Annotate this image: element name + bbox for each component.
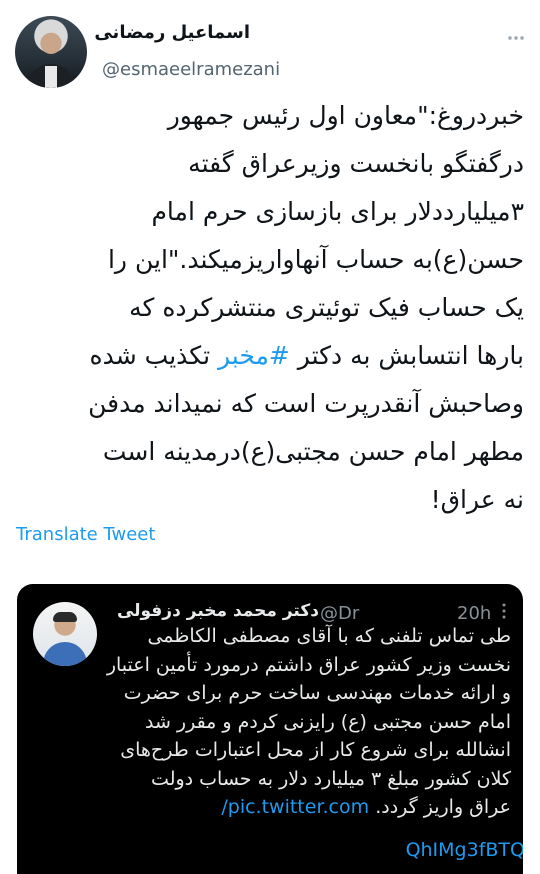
author-avatar[interactable] [15, 16, 87, 88]
quoted-line: نخست وزیر کشور عراق داشتم درمورد تأمین ا… [106, 653, 511, 676]
tweet-line-part: تکذیب شده [89, 341, 211, 370]
author-handle[interactable]: @esmaeelramezani [102, 59, 280, 80]
quoted-line: طی تماس تلفنی که با آقای مصطفی الکاظمی [147, 625, 511, 647]
quoted-tweet[interactable]: 20h @Dr دکتر محمد مخبر دزفولی طی تماس تل… [17, 584, 523, 874]
tweet-line: درگفتگو بانخست وزیرعراق گفته [188, 149, 524, 178]
tweet-text: خبردروغ:"معاون اول رئیس جمهور درگفتگو با… [12, 92, 524, 524]
quoted-handle[interactable]: @Dr [320, 603, 359, 624]
quoted-line-part: عراق واریز گردد. [375, 796, 511, 818]
author-name[interactable]: اسماعیل رمضانی [94, 22, 250, 43]
tweet-line: حسن(ع)به حساب آنهاواریزمیکند."این را [107, 245, 524, 274]
quoted-line: عراق واریز گردد. pic.twitter.com/ [17, 793, 511, 822]
avatar-hair [53, 612, 77, 622]
tweet-line: یک حساب فیک توئیتری منتشرکرده که [129, 293, 524, 322]
quoted-author-name[interactable]: دکتر محمد مخبر دزفولی [117, 601, 319, 621]
quoted-line: انشالله برای شروع کار از محل اعتبارات طر… [120, 739, 511, 761]
tweet-line: ۳میلیارددلار برای بازسازی حرم امام [151, 197, 524, 226]
hashtag-link[interactable]: #مخبر [218, 341, 290, 370]
tweet-line: وصاحبش آنقدرپرت است که نمیداند مدفن [88, 389, 524, 418]
tweet-line: مطهر امام حسن مجتبی(ع)درمدینه است [102, 437, 524, 466]
tweet-line: خبردروغ:"معاون اول رئیس جمهور [167, 101, 524, 130]
avatar-shirt [45, 66, 57, 88]
quoted-time[interactable]: 20h [457, 603, 491, 624]
quoted-text: طی تماس تلفنی که با آقای مصطفی الکاظمی ن… [17, 622, 511, 822]
tweet-line: بارها انتسابش به دکتر #مخبر تکذیب شده [12, 332, 524, 380]
translate-tweet-link[interactable]: Translate Tweet [16, 524, 155, 545]
quoted-media-link-cont[interactable]: QhIMg3fBTQ [406, 839, 523, 861]
tweet-line-part: بارها انتسابش به دکتر [289, 341, 524, 370]
quoted-line: امام حسن مجتبی (ع) رایزنی کردم و مقرر شد [144, 710, 511, 733]
quoted-media-link[interactable]: pic.twitter.com/ [221, 796, 369, 818]
quoted-line: کلان کشور مبلغ ۳ میلیارد دلار به حساب دو… [151, 767, 511, 790]
quoted-line: و ارائه خدمات مهندسی ساخت حرم برای حضرت [123, 682, 511, 704]
more-dots-icon[interactable] [506, 28, 526, 48]
tweet-line: نه عراق! [430, 485, 524, 514]
